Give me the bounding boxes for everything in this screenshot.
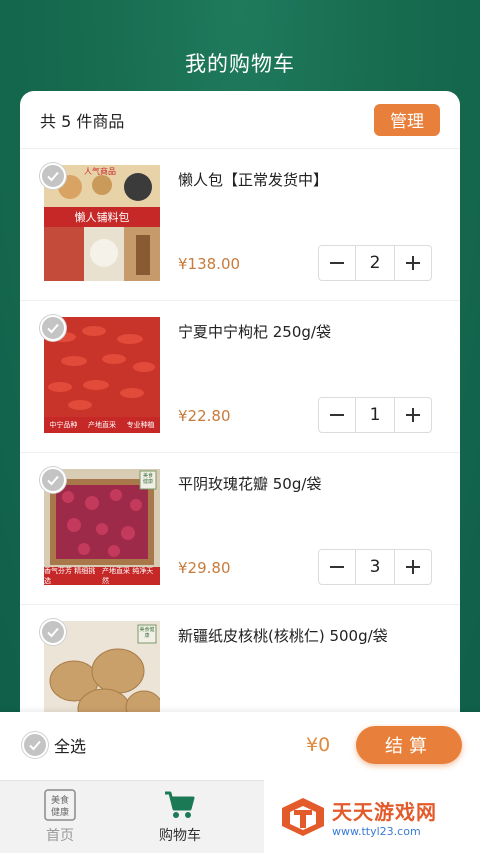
- image-tag: 人气商品: [84, 167, 116, 176]
- quantity-stepper: 1: [318, 397, 432, 433]
- check-icon: [47, 323, 59, 334]
- cart-item: 中宁品种 产地直采 专业种植 宁夏中宁枸杞 250g/袋 ¥22.80 1: [20, 301, 460, 453]
- increase-button[interactable]: [395, 550, 431, 584]
- item-title[interactable]: 懒人包【正常发货中】: [178, 169, 328, 190]
- item-title[interactable]: 平阴玫瑰花瓣 50g/袋: [178, 473, 321, 494]
- item-price: ¥22.80: [178, 407, 231, 425]
- plus-icon: [406, 560, 420, 574]
- checkout-bar: 全选 ¥0 结算: [0, 712, 480, 780]
- item-title[interactable]: 宁夏中宁枸杞 250g/袋: [178, 321, 331, 342]
- watermark: 天天游戏网 www.ttyl23.com: [264, 780, 480, 853]
- check-icon: [47, 627, 59, 638]
- select-all-checkbox[interactable]: [22, 732, 48, 758]
- decrease-button[interactable]: [319, 398, 355, 432]
- quantity-value[interactable]: 3: [355, 550, 395, 584]
- item-checkbox[interactable]: [40, 163, 66, 189]
- svg-text:美食: 美食: [51, 794, 69, 806]
- item-price: ¥29.80: [178, 559, 231, 577]
- plus-icon: [406, 256, 420, 270]
- minus-icon: [330, 566, 344, 568]
- plus-icon: [406, 408, 420, 422]
- minus-icon: [330, 262, 344, 264]
- check-icon: [47, 171, 59, 182]
- item-checkbox[interactable]: [40, 467, 66, 493]
- check-icon: [29, 740, 41, 751]
- cart-card: 共 5 件商品 管理 懒人铺料包 人气商品 懒人包【正常发货中】 ¥138.00…: [20, 91, 460, 731]
- item-price: ¥138.00: [178, 255, 241, 273]
- select-all-label: 全选: [54, 737, 87, 756]
- cart-icon: [165, 791, 195, 818]
- watermark-text: 天天游戏网: [332, 799, 437, 824]
- manage-button[interactable]: 管理: [374, 103, 440, 136]
- meishi-jiankang-logo-icon: 美食 健康: [44, 789, 76, 821]
- tab-home[interactable]: 美食 健康 首页: [20, 781, 100, 853]
- minus-icon: [330, 414, 344, 416]
- svg-text:健康: 健康: [51, 806, 69, 818]
- decrease-button[interactable]: [319, 550, 355, 584]
- increase-button[interactable]: [395, 398, 431, 432]
- item-count: 共 5 件商品: [40, 111, 125, 131]
- item-checkbox[interactable]: [40, 619, 66, 645]
- cart-item: 香气芬芳 精细挑选 产地直采 纯净天然 美食健康 平阴玫瑰花瓣 50g/袋 ¥2…: [20, 453, 460, 605]
- watermark-url: www.ttyl23.com: [332, 824, 421, 838]
- quantity-value[interactable]: 1: [355, 398, 395, 432]
- increase-button[interactable]: [395, 246, 431, 280]
- image-stamp: 美食健康: [139, 627, 155, 639]
- image-badges: 香气芬芳 精细挑选 产地直采 纯净天然: [44, 567, 154, 585]
- tab-cart[interactable]: 购物车: [140, 781, 220, 853]
- item-checkbox[interactable]: [40, 315, 66, 341]
- tab-home-label: 首页: [46, 828, 74, 844]
- image-stamp: 美食健康: [142, 473, 153, 485]
- quantity-stepper: 3: [318, 549, 432, 585]
- tab-cart-label: 购物车: [159, 828, 201, 844]
- cart-header: 共 5 件商品 管理: [20, 91, 460, 149]
- image-caption: 懒人铺料包: [74, 211, 130, 224]
- select-all-toggle[interactable]: 全选: [22, 732, 86, 758]
- cart-item: 懒人铺料包 人气商品 懒人包【正常发货中】 ¥138.00 2: [20, 149, 460, 301]
- page-title: 我的购物车: [185, 52, 295, 76]
- image-badges: 中宁品种 产地直采 专业种植: [49, 421, 155, 429]
- watermark-logo-icon: [282, 797, 324, 836]
- total-price: ¥0: [306, 734, 331, 756]
- quantity-value[interactable]: 2: [355, 246, 395, 280]
- decrease-button[interactable]: [319, 246, 355, 280]
- item-title[interactable]: 新疆纸皮核桃(核桃仁) 500g/袋: [178, 625, 388, 646]
- check-icon: [47, 475, 59, 486]
- checkout-button[interactable]: 结算: [356, 726, 462, 764]
- quantity-stepper: 2: [318, 245, 432, 281]
